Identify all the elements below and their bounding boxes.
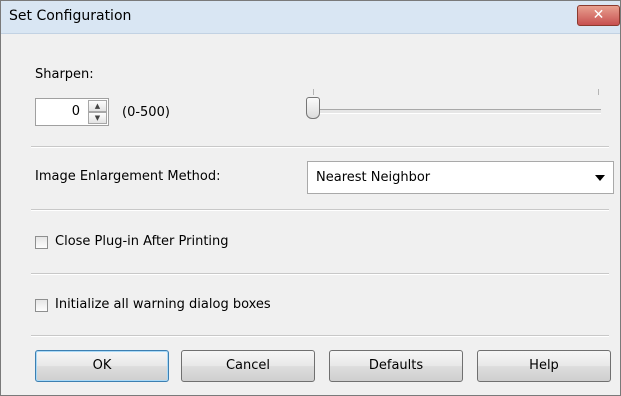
chevron-down-icon bbox=[595, 175, 605, 181]
slider-thumb[interactable] bbox=[306, 97, 320, 119]
close-plugin-label[interactable]: Close Plug-in After Printing bbox=[55, 234, 229, 249]
sharpen-label: Sharpen: bbox=[35, 67, 94, 82]
slider-track[interactable] bbox=[310, 109, 601, 114]
enlargement-method-label: Image Enlargement Method: bbox=[35, 169, 221, 184]
enlargement-method-value: Nearest Neighbor bbox=[316, 170, 431, 185]
separator bbox=[31, 209, 609, 211]
sharpen-range-label: (0-500) bbox=[122, 105, 170, 120]
init-warnings-label[interactable]: Initialize all warning dialog boxes bbox=[55, 297, 271, 312]
title-bar: Set Configuration ✕ bbox=[1, 1, 620, 34]
slider-tick-min bbox=[313, 89, 314, 95]
separator bbox=[31, 335, 609, 337]
slider-tick-max bbox=[598, 89, 599, 95]
up-arrow-icon: ▲ bbox=[94, 102, 101, 110]
separator bbox=[31, 146, 609, 148]
close-plugin-checkbox[interactable] bbox=[35, 236, 48, 249]
help-button[interactable]: Help bbox=[477, 350, 611, 382]
close-button[interactable]: ✕ bbox=[577, 5, 620, 26]
dialog-title: Set Configuration bbox=[9, 8, 132, 24]
init-warnings-checkbox[interactable] bbox=[35, 299, 48, 312]
down-arrow-icon: ▼ bbox=[94, 114, 101, 122]
enlargement-method-select[interactable]: Nearest Neighbor bbox=[307, 161, 614, 194]
dialog-window: Set Configuration ✕ Sharpen: 0 ▲ ▼ (0-50… bbox=[0, 0, 621, 396]
defaults-button[interactable]: Defaults bbox=[329, 350, 463, 382]
separator bbox=[31, 273, 609, 275]
ok-button[interactable]: OK bbox=[35, 350, 169, 382]
close-icon: ✕ bbox=[592, 7, 605, 23]
sharpen-spinner[interactable]: 0 ▲ ▼ bbox=[35, 98, 109, 126]
cancel-button[interactable]: Cancel bbox=[181, 350, 315, 382]
spin-down-button[interactable]: ▼ bbox=[88, 112, 107, 124]
spin-up-button[interactable]: ▲ bbox=[88, 100, 107, 112]
sharpen-value[interactable]: 0 bbox=[72, 104, 80, 119]
